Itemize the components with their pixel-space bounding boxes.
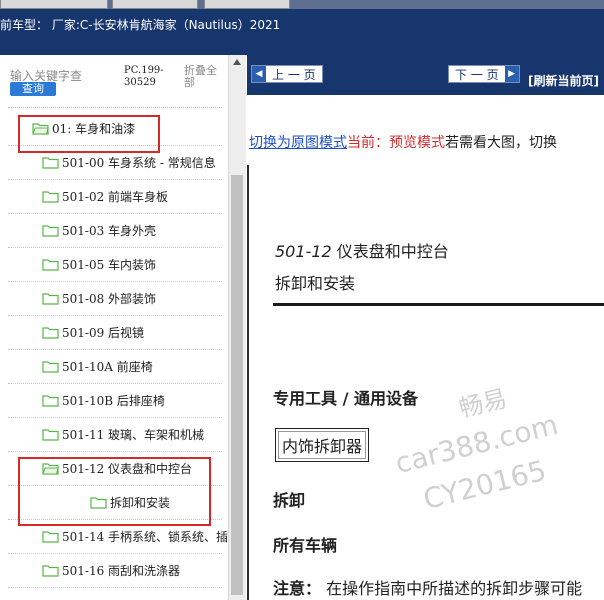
folder-icon — [42, 156, 59, 169]
top-tab-1[interactable] — [0, 0, 108, 9]
tree-divider — [8, 213, 222, 214]
query-button[interactable]: 查询 — [10, 82, 56, 96]
next-page-label: 下 一 页 — [455, 67, 499, 82]
folder-icon — [42, 224, 59, 237]
tree-item[interactable]: 501-00 车身系统 - 常规信息 — [42, 151, 216, 173]
note-label: 注意： — [273, 579, 322, 598]
folder-icon — [42, 190, 59, 203]
tree-divider — [8, 349, 222, 350]
tree-item-label: 501-10A 前座椅 — [62, 359, 153, 374]
tree-item[interactable]: 501-10B 后排座椅 — [42, 389, 165, 411]
app-window: 前车型： 厂家:C-长安林肯航海家（Nautilus）2021 输入关键字查 查… — [0, 0, 604, 600]
highlight-box-section — [18, 457, 211, 526]
mode-bar: 切换为原图模式当前：预览模式若需看大图，切换 — [249, 132, 557, 152]
arrow-right-icon: ▶ — [504, 66, 519, 82]
tree-item-label: 501-09 后视镜 — [62, 325, 145, 340]
tree-divider — [8, 383, 222, 384]
tab-strip — [0, 0, 604, 9]
tree-divider — [8, 451, 222, 452]
folder-icon — [42, 564, 59, 577]
tree-divider — [8, 179, 222, 180]
folder-icon — [42, 360, 59, 373]
folder-icon — [42, 394, 59, 407]
tree-item[interactable]: 501-03 车身外壳 — [42, 219, 156, 241]
tree-divider — [8, 281, 222, 282]
scroll-up-arrow-icon[interactable] — [233, 59, 241, 65]
top-header: 前车型： 厂家:C-长安林肯航海家（Nautilus）2021 — [0, 0, 604, 55]
tree-item-label: 501-11 玻璃、车架和机械 — [62, 427, 205, 442]
tree-item-label: 501-08 外部装饰 — [62, 291, 157, 306]
tree-item-label: 501-02 前端车身板 — [62, 189, 169, 204]
top-tab-3[interactable] — [204, 0, 290, 9]
folder-icon — [42, 530, 59, 543]
tree-item[interactable]: 501-05 车内装饰 — [42, 253, 156, 275]
folder-icon — [42, 292, 59, 305]
doc-divider — [273, 303, 604, 306]
doc-subtitle: 拆卸和安装 — [275, 274, 356, 293]
highlight-box-chapter — [18, 115, 160, 153]
tree-divider — [8, 417, 222, 418]
doc-title-text: 仪表盘和中控台 — [331, 242, 449, 261]
current-mode-text: 当前：预览模式 — [347, 135, 445, 151]
top-tab-2[interactable] — [112, 0, 198, 9]
document-content: 501-12 仪表盘和中控台 拆卸和安装 专用工具 / 通用设备 内饰拆卸器 拆… — [247, 165, 604, 600]
tree-divider — [8, 553, 222, 554]
arrow-left-icon: ◀ — [252, 66, 266, 82]
tree-item[interactable]: 501-02 前端车身板 — [42, 185, 168, 207]
all-vehicles-heading: 所有车辆 — [273, 536, 338, 555]
tree-divider — [8, 315, 222, 316]
search-area: 输入关键字查 查询 PC.199-30529 折叠全部 — [0, 55, 228, 110]
pc-code: PC.199-30529 — [124, 65, 164, 88]
left-scrollbar[interactable] — [228, 55, 246, 600]
divider — [8, 107, 222, 108]
tree-item[interactable]: 501-09 后视镜 — [42, 321, 144, 343]
tree-item-label: 501-05 车内装饰 — [62, 257, 157, 272]
refresh-page-link[interactable]: [刷新当前页] — [528, 72, 599, 89]
removal-heading: 拆卸 — [273, 491, 306, 510]
next-page-button[interactable]: 下 一 页 ▶ — [448, 65, 520, 83]
tree-item-label: 501-03 车身外壳 — [62, 223, 157, 238]
tree-item-label: 501-00 车身系统 - 常规信息 — [62, 155, 216, 170]
tree-item[interactable]: 501-11 玻璃、车架和机械 — [42, 423, 204, 445]
note-text: 注意： 在操作指南中所描述的拆卸步骤可能 — [273, 575, 582, 599]
folder-icon — [42, 428, 59, 441]
tool-item-box: 内饰拆卸器 — [275, 428, 370, 462]
prev-page-label: 上 一 页 — [272, 67, 316, 82]
tree-item[interactable]: 501-16 雨刮和洗涤器 — [42, 559, 180, 581]
tree-divider — [8, 247, 222, 248]
mode-hint-text: 若需看大图，切换 — [445, 135, 557, 151]
scroll-thumb[interactable] — [231, 175, 243, 595]
tree-item[interactable]: 501-08 外部装饰 — [42, 287, 156, 309]
collapse-all-link[interactable]: 折叠全部 — [184, 65, 224, 89]
nav-bar: ◀ 上 一 页 下 一 页 ▶ [刷新当前页] — [247, 55, 604, 95]
folder-icon — [42, 326, 59, 339]
folder-icon — [42, 258, 59, 271]
tree-divider — [8, 587, 222, 588]
tree-item[interactable]: 501-14 手柄系统、锁系统、插 — [42, 525, 228, 547]
note-body: 在操作指南中所描述的拆卸步骤可能 — [321, 579, 583, 598]
doc-title-number: 501-12 — [275, 242, 332, 261]
tree-item-label: 501-10B 后排座椅 — [62, 393, 165, 408]
tree-item-label: 501-14 手柄系统、锁系统、插 — [62, 529, 229, 544]
prev-page-button[interactable]: ◀ 上 一 页 — [251, 65, 323, 83]
switch-original-mode-link[interactable]: 切换为原图模式 — [249, 135, 347, 151]
tree-item-label: 501-16 雨刮和洗涤器 — [62, 563, 181, 578]
vehicle-model-text: 前车型： 厂家:C-长安林肯航海家（Nautilus）2021 — [0, 18, 281, 32]
right-panel: ◀ 上 一 页 下 一 页 ▶ [刷新当前页] 切换为原图模式当前：预览模式若需… — [247, 55, 604, 600]
tools-heading: 专用工具 / 通用设备 — [273, 389, 418, 408]
doc-title: 501-12 仪表盘和中控台 — [275, 238, 449, 262]
tree-item[interactable]: 501-10A 前座椅 — [42, 355, 153, 377]
